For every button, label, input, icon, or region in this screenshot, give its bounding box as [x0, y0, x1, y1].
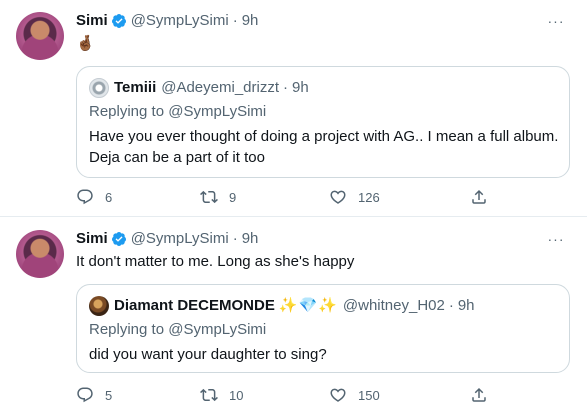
- replying-to-label: Replying to: [89, 321, 165, 338]
- like-button[interactable]: 126: [329, 188, 380, 206]
- replying-to: Replying to @SympLySimi: [89, 102, 266, 122]
- verified-badge-icon: [111, 14, 126, 28]
- retweet-count: 10: [229, 387, 244, 403]
- retweet-button[interactable]: 10: [200, 386, 243, 404]
- quoted-timestamp: 9h: [457, 297, 475, 314]
- tweet-feed: Simi @SympLySimi · 9h ··· 🤞🏾 Temiii @Ade…: [0, 0, 587, 420]
- tweet[interactable]: Simi @SympLySimi · 9h ··· It don't matte…: [0, 218, 587, 420]
- replying-to: Replying to @SympLySimi: [89, 320, 266, 340]
- quoted-author-name: Temiii: [114, 79, 157, 96]
- verified-badge-icon: [111, 232, 126, 246]
- share-icon: [472, 387, 486, 402]
- separator-dot: ·: [283, 79, 289, 96]
- quoted-avatar: [89, 78, 109, 98]
- more-options-icon[interactable]: ···: [547, 12, 565, 30]
- separator-dot: ·: [448, 297, 454, 314]
- retweet-icon: [200, 388, 218, 402]
- author-handle[interactable]: @SympLySimi: [131, 11, 229, 31]
- replying-to-label: Replying to: [89, 103, 165, 120]
- quoted-tweet-text: did you want your daughter to sing?: [89, 346, 327, 363]
- quoted-tweet-text: Have you ever thought of doing a project…: [89, 128, 559, 166]
- replying-to-handle[interactable]: @SympLySimi: [168, 321, 266, 338]
- replying-to-handle[interactable]: @SympLySimi: [168, 103, 266, 120]
- reply-button[interactable]: 6: [76, 188, 112, 206]
- avatar[interactable]: [16, 12, 64, 60]
- reply-count: 6: [105, 189, 113, 205]
- like-count: 150: [358, 387, 380, 403]
- tweet-header: Simi @SympLySimi · 9h: [76, 11, 258, 31]
- heart-icon: [330, 190, 346, 204]
- share-button[interactable]: [470, 188, 488, 206]
- quoted-tweet[interactable]: Diamant DECEMONDE ✨💎✨ @whitney_H02 · 9h …: [76, 284, 570, 373]
- heart-icon: [330, 388, 346, 402]
- quoted-timestamp: 9h: [292, 79, 309, 96]
- author-name[interactable]: Simi: [76, 11, 108, 31]
- share-button[interactable]: [470, 386, 488, 404]
- quoted-tweet-header: Temiii @Adeyemi_drizzt · 9h: [89, 78, 309, 98]
- reply-button[interactable]: 5: [76, 386, 112, 404]
- quoted-author-handle: @Adeyemi_drizzt: [161, 79, 280, 96]
- quoted-avatar: [89, 296, 109, 316]
- tweet[interactable]: Simi @SympLySimi · 9h ··· 🤞🏾 Temiii @Ade…: [0, 0, 587, 217]
- quoted-author-emoji: ✨💎✨: [278, 297, 338, 314]
- tweet-header: Simi @SympLySimi · 9h: [76, 229, 258, 249]
- reply-icon: [77, 387, 93, 403]
- retweet-count: 9: [229, 189, 237, 205]
- author-handle[interactable]: @SympLySimi: [131, 229, 229, 249]
- retweet-button[interactable]: 9: [200, 188, 236, 206]
- timestamp[interactable]: 9h: [242, 229, 259, 249]
- tweet-actions: 5 10 150: [76, 386, 496, 406]
- like-count: 126: [358, 189, 380, 205]
- quoted-tweet-header: Diamant DECEMONDE ✨💎✨ @whitney_H02 · 9h: [89, 296, 475, 316]
- tweet-text: 🤞🏾: [76, 35, 95, 52]
- more-options-icon[interactable]: ···: [547, 230, 565, 248]
- separator-dot: ·: [232, 230, 238, 247]
- quoted-tweet[interactable]: Temiii @Adeyemi_drizzt · 9h Replying to …: [76, 66, 570, 178]
- quoted-author-handle: @whitney_H02: [342, 297, 445, 314]
- tweet-text: It don't matter to me. Long as she's hap…: [76, 253, 355, 270]
- quoted-author-name: Diamant DECEMONDE: [114, 297, 275, 314]
- avatar[interactable]: [16, 230, 64, 278]
- timestamp[interactable]: 9h: [242, 11, 259, 31]
- retweet-icon: [200, 190, 218, 204]
- author-name[interactable]: Simi: [76, 229, 108, 249]
- share-icon: [472, 189, 486, 204]
- reply-count: 5: [105, 387, 113, 403]
- separator-dot: ·: [232, 12, 238, 29]
- like-button[interactable]: 150: [329, 386, 380, 404]
- tweet-actions: 6 9 126: [76, 188, 496, 208]
- reply-icon: [77, 189, 93, 205]
